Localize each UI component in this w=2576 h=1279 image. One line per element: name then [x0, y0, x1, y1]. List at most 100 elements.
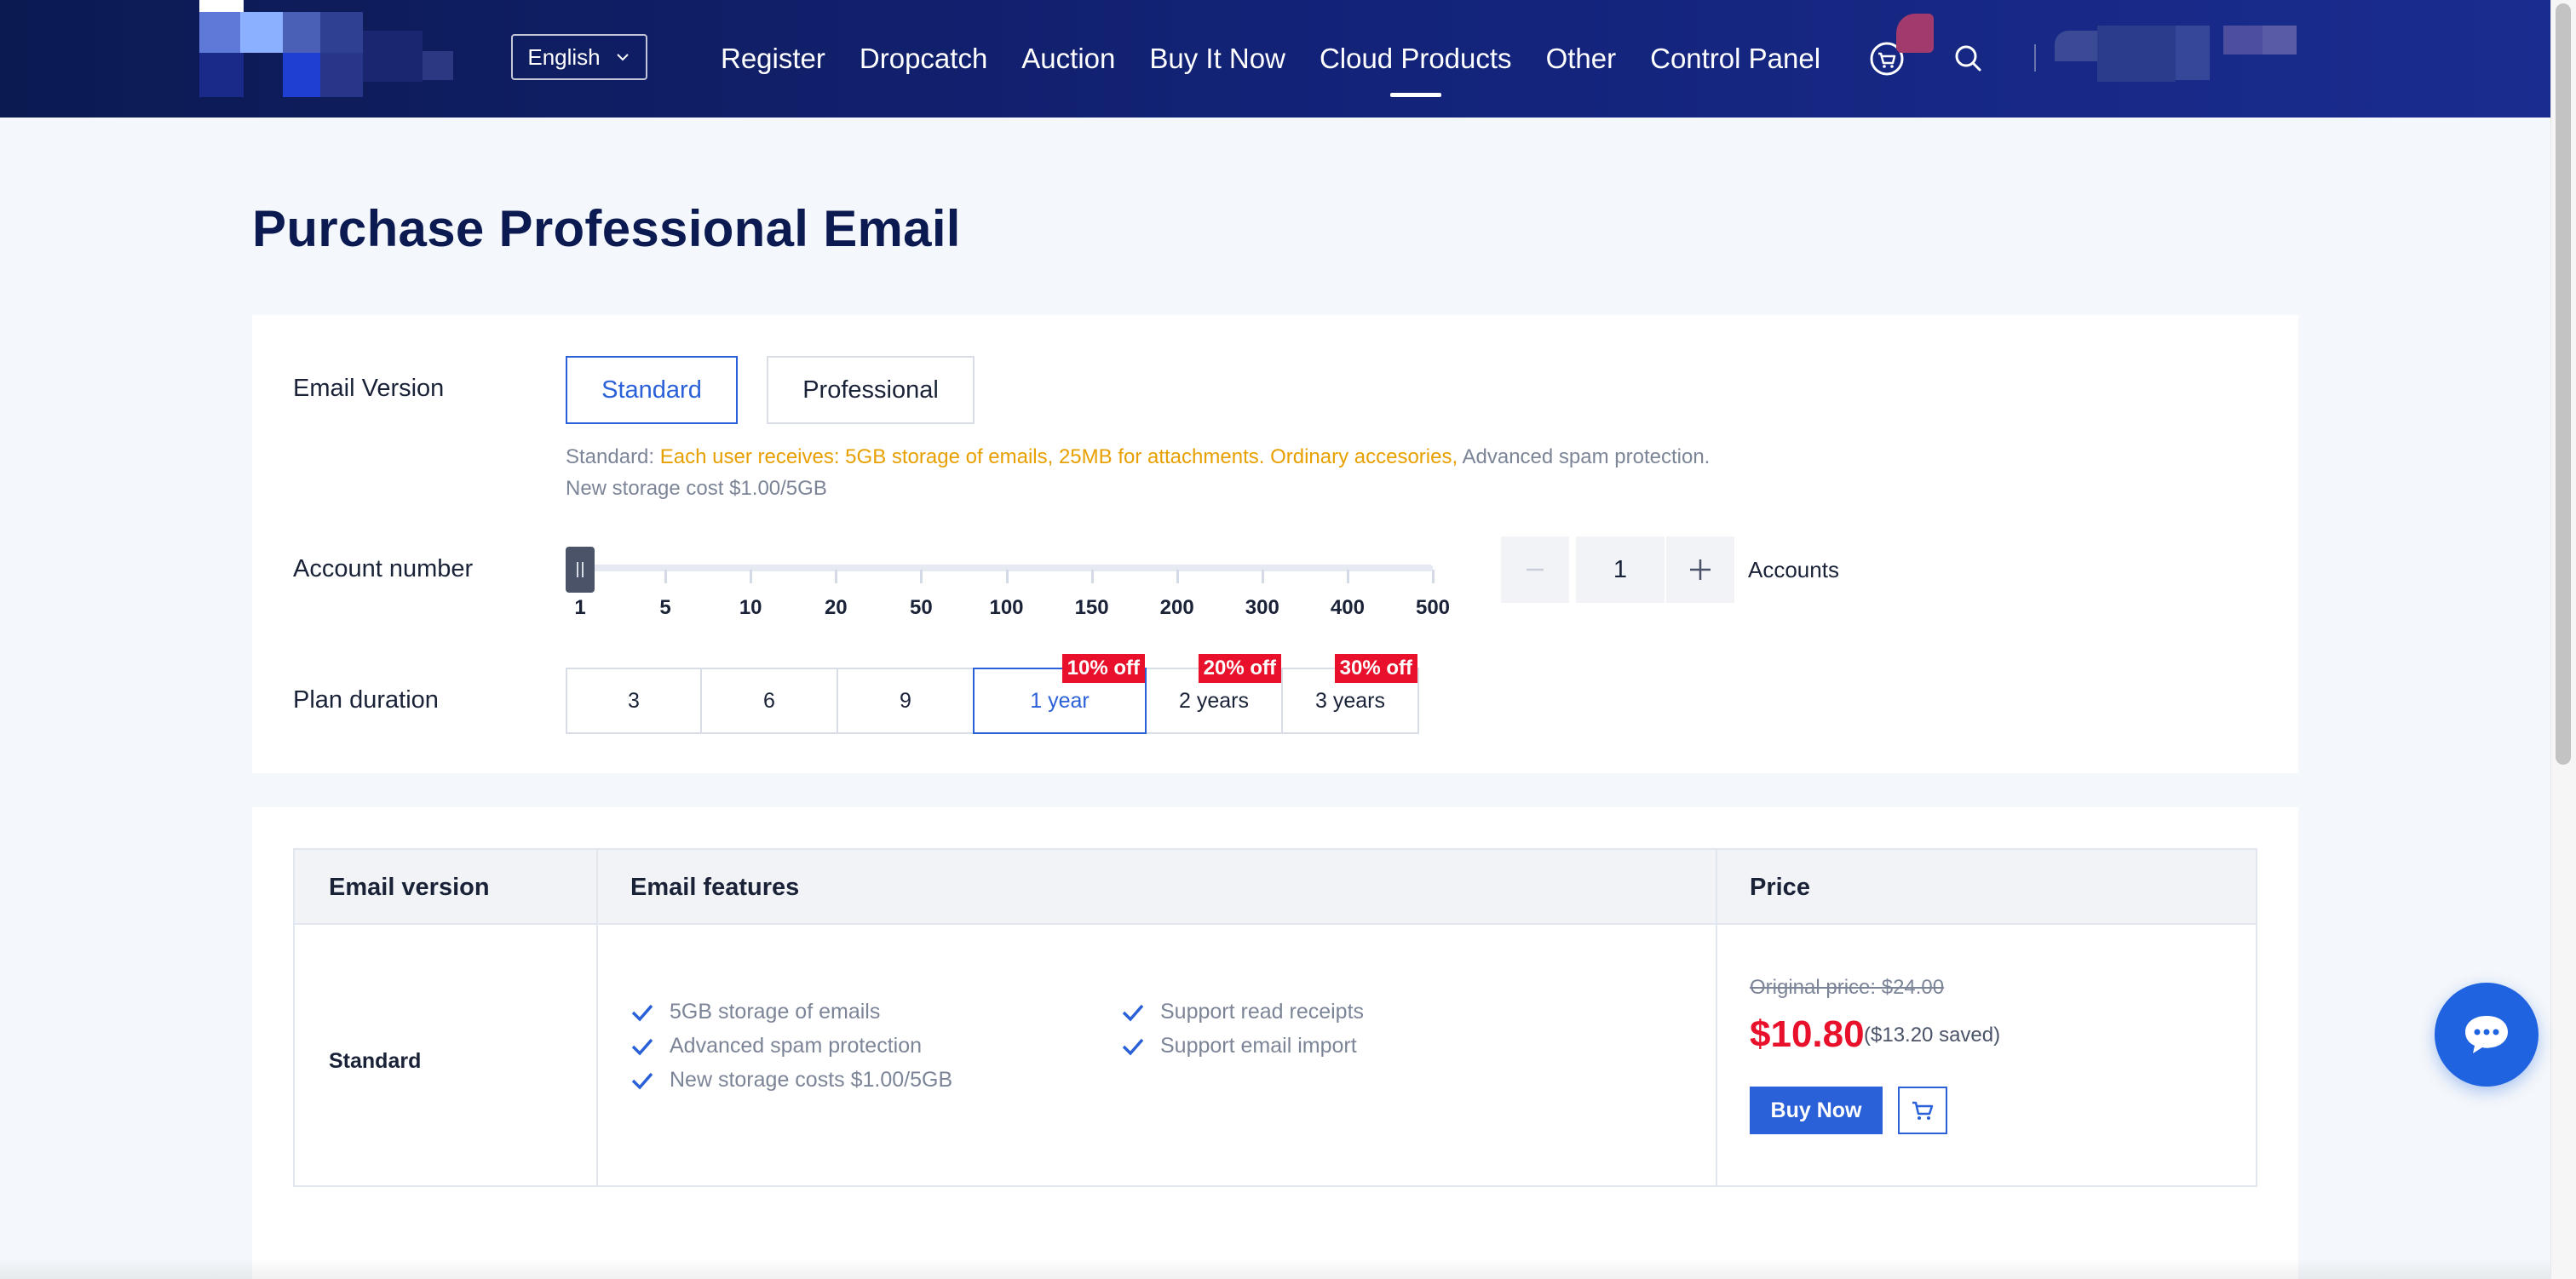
nav-auction[interactable]: Auction — [1021, 0, 1115, 118]
header-email-features: Email features — [630, 874, 800, 901]
slider-tick — [1090, 570, 1094, 583]
nav-other[interactable]: Other — [1546, 0, 1617, 118]
feature-text: Support read receipts — [1160, 1000, 1365, 1024]
slider-tick-label[interactable]: 150 — [1075, 596, 1109, 620]
duration-option-3-years[interactable]: 3 years 30% off — [1281, 654, 1419, 734]
chat-icon — [2465, 1016, 2508, 1053]
slider-tick-label[interactable]: 100 — [989, 596, 1023, 620]
slider-tick-label[interactable]: 300 — [1245, 596, 1279, 620]
original-price: Original price: $24.00 — [1750, 976, 1945, 999]
column-divider — [596, 850, 598, 1185]
nav-buy-it-now[interactable]: Buy It Now — [1149, 0, 1285, 118]
search-button[interactable] — [1947, 37, 1990, 80]
duration-label: 1 year — [1030, 688, 1090, 713]
feature-item: Support email import — [1121, 1034, 1357, 1058]
check-icon — [1122, 1004, 1144, 1022]
nav-cloud-products[interactable]: Cloud Products — [1320, 0, 1512, 118]
duration-option-2-years[interactable]: 2 years 20% off — [1145, 654, 1283, 734]
page-title: Purchase Professional Email — [252, 200, 961, 257]
check-icon — [631, 1072, 653, 1090]
slider-tick — [920, 570, 923, 583]
discounted-price: $10.80 — [1750, 1013, 1865, 1055]
minus-icon — [1527, 568, 1544, 571]
main-nav: Register Dropcatch Auction Buy It Now Cl… — [721, 0, 1820, 118]
cart-count-badge — [1896, 14, 1934, 53]
nav-dropcatch[interactable]: Dropcatch — [860, 0, 987, 118]
slider-tick-label[interactable]: 1 — [574, 596, 585, 620]
header-email-version: Email version — [329, 874, 490, 901]
version-standard-button[interactable]: Standard — [566, 356, 738, 424]
desc-prefix: Standard: — [566, 445, 660, 468]
add-to-cart-button[interactable] — [1898, 1087, 1947, 1134]
slider-tick-label[interactable]: 5 — [659, 596, 670, 620]
check-icon — [631, 1004, 653, 1022]
account-quantity-input[interactable] — [1576, 536, 1665, 603]
account-slider-handle[interactable] — [566, 547, 595, 593]
version-professional-button[interactable]: Professional — [767, 356, 975, 424]
slider-tick-label[interactable]: 200 — [1160, 596, 1194, 620]
feature-text: 5GB storage of emails — [670, 1000, 881, 1024]
duration-option-3[interactable]: 3 — [566, 668, 702, 734]
slider-tick — [1261, 570, 1264, 583]
slider-tick-label[interactable]: 400 — [1331, 596, 1365, 620]
plan-duration-label: Plan duration — [293, 686, 439, 714]
nav-control-panel[interactable]: Control Panel — [1650, 0, 1820, 118]
feature-item: Advanced spam protection — [630, 1034, 922, 1058]
version-description: Standard: Each user receives: 5GB storag… — [566, 441, 1710, 504]
slider-tick — [1176, 570, 1179, 583]
slider-tick — [1346, 570, 1349, 583]
account-slider-track[interactable] — [566, 565, 1433, 571]
discount-badge: 30% off — [1334, 654, 1417, 683]
nav-divider — [2034, 44, 2036, 72]
duration-option-9[interactable]: 9 — [837, 668, 975, 734]
slider-tick — [1005, 570, 1009, 583]
decrement-button[interactable] — [1501, 536, 1569, 603]
language-label: English — [527, 43, 601, 70]
slider-tick — [664, 570, 668, 583]
feature-item: 5GB storage of emails — [630, 1000, 880, 1024]
slider-tick — [835, 570, 838, 583]
site-logo[interactable] — [199, 0, 489, 100]
summary-table: Email version Email features Price Stand… — [293, 848, 2257, 1187]
slider-tick — [1432, 570, 1435, 583]
chevron-down-icon — [616, 54, 629, 61]
increment-button[interactable] — [1666, 536, 1734, 603]
table-header-row — [295, 850, 2256, 925]
feature-item: New storage costs $1.00/5GB — [630, 1068, 952, 1093]
plus-icon — [1690, 559, 1711, 580]
purchase-options-card: Email Version Standard Professional Stan… — [252, 315, 2298, 773]
desc-storage-cost: New storage cost $1.00/5GB — [566, 477, 827, 500]
feature-text: Advanced spam protection — [670, 1034, 923, 1058]
accounts-unit-label: Accounts — [1748, 557, 1839, 582]
check-icon — [1122, 1038, 1144, 1056]
email-version-label: Email Version — [293, 375, 445, 402]
account-number-label: Account number — [293, 555, 474, 582]
page-scrollbar[interactable] — [2550, 0, 2576, 1279]
slider-tick-label[interactable]: 500 — [1416, 596, 1450, 620]
feature-text: Support email import — [1160, 1034, 1357, 1058]
duration-option-1-year[interactable]: 1 year 10% off — [973, 654, 1147, 734]
duration-label: 6 — [763, 688, 775, 713]
duration-label: 3 — [628, 688, 640, 713]
row-email-version: Standard — [329, 1049, 422, 1073]
desc-highlight: Each user receives: 5GB storage of email… — [659, 445, 1458, 468]
buy-now-button[interactable]: Buy Now — [1750, 1087, 1883, 1134]
desc-suffix: Advanced spam protection. — [1458, 445, 1711, 468]
feature-item: Support read receipts — [1121, 1000, 1364, 1024]
slider-tick — [750, 570, 753, 583]
column-divider — [1716, 850, 1717, 1185]
header-price: Price — [1750, 874, 1810, 901]
check-icon — [631, 1038, 653, 1056]
slider-tick-label[interactable]: 20 — [825, 596, 848, 620]
slider-tick-label[interactable]: 10 — [739, 596, 762, 620]
top-navigation-bar: English Register Dropcatch Auction Buy I… — [0, 0, 2550, 118]
duration-label: 3 years — [1315, 688, 1385, 713]
discount-badge: 20% off — [1198, 654, 1281, 683]
live-chat-button[interactable] — [2435, 983, 2539, 1087]
scrollbar-thumb[interactable] — [2556, 3, 2571, 765]
slider-tick-label[interactable]: 50 — [910, 596, 933, 620]
language-selector[interactable]: English — [511, 34, 647, 80]
duration-option-6[interactable]: 6 — [700, 668, 838, 734]
nav-register[interactable]: Register — [721, 0, 825, 118]
bottom-edge-shadow — [0, 1259, 2550, 1279]
